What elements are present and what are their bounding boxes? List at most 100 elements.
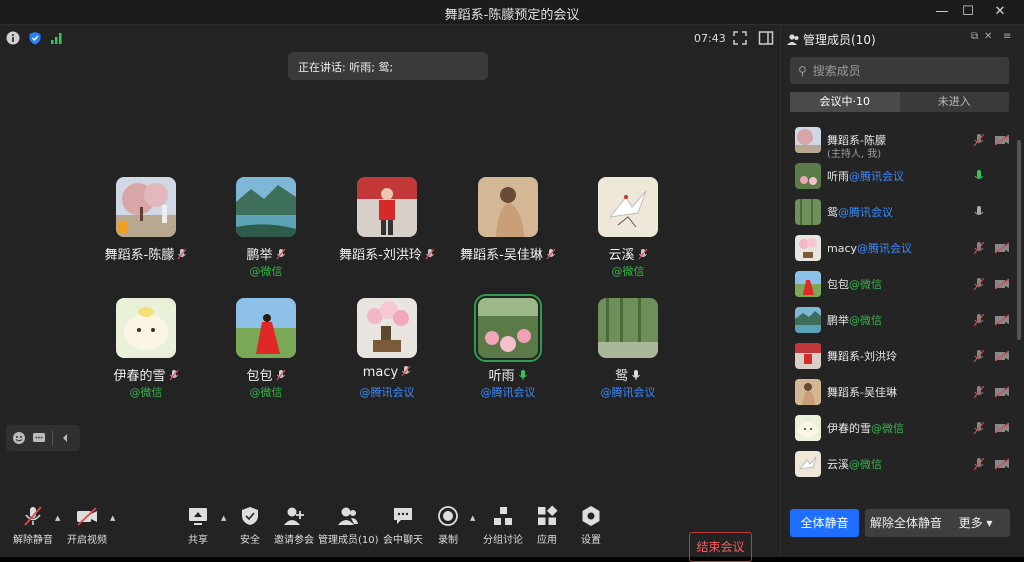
participant-tile[interactable]: 云溪 @微信 [558,177,698,287]
avatar [236,298,296,358]
tab-not-joined[interactable]: 未进入 [900,92,1010,112]
mic-muted-icon [425,248,435,260]
settings-button[interactable]: 设置 [561,505,621,553]
mic-off-icon [22,505,44,527]
video-options-caret[interactable]: ▲ [110,514,115,522]
avatar [598,298,658,358]
menu-icon[interactable]: ≡ [1003,31,1011,42]
title-bar: 舞蹈系-陈朦预定的会议 — ☐ ✕ [0,0,1024,25]
mic-icon[interactable] [973,205,985,219]
maximize-button[interactable]: ☐ [958,2,978,22]
avatar [116,298,176,358]
minimize-button[interactable]: — [932,2,952,22]
mic-muted-icon[interactable] [973,385,985,399]
mic-muted-icon[interactable] [973,241,985,255]
camera-off-icon[interactable] [994,278,1010,290]
participant-tile[interactable]: 舞蹈系-刘洪玲 [317,177,457,287]
mic-muted-icon[interactable] [973,313,985,327]
mic-muted-icon[interactable] [973,133,985,147]
search-input[interactable]: ⚲ 搜索成员 [790,57,1009,84]
member-name: 云溪@微信 [827,458,882,471]
more-button[interactable]: 更多 ▾ [941,509,1010,537]
reaction-bar [6,425,80,451]
camera-off-icon[interactable] [994,350,1010,362]
info-icon[interactable] [6,31,20,45]
signal-icon[interactable] [50,31,64,45]
shield-icon [239,505,261,527]
shield-icon[interactable] [28,31,42,45]
participant-tile-active-speaker[interactable]: 听雨 @腾讯会议 [438,294,578,408]
avatar [795,415,821,441]
camera-off-icon[interactable] [994,134,1010,146]
camera-off-icon[interactable] [994,422,1010,434]
mic-muted-icon[interactable] [973,457,985,471]
mic-muted-icon[interactable] [973,349,985,363]
member-row[interactable]: 舞蹈系-吴佳琳 [781,377,1024,413]
gear-icon [580,505,602,527]
unmute-all-button[interactable]: 解除全体静音 [865,509,947,537]
mute-all-button[interactable]: 全体静音 [790,509,859,537]
participant-tile[interactable]: 伊春的雪 @微信 [76,298,216,408]
participant-tile[interactable]: 鹏举 @微信 [196,177,336,287]
fullscreen-icon[interactable] [732,30,748,46]
participant-source: @微信 [249,386,283,399]
member-row[interactable]: 舞蹈系-陈朦 (主持人, 我) [781,125,1024,161]
member-row[interactable]: 舞蹈系-刘洪玲 [781,341,1024,377]
camera-off-icon [76,505,98,527]
chat-bubble-icon[interactable] [32,431,46,445]
invite-button[interactable]: 邀请参会 [264,505,324,553]
avatar [598,177,658,237]
unmute-button[interactable]: 解除静音 [3,505,63,553]
participant-source: @微信 [129,386,163,399]
tab-in-meeting[interactable]: 会议中·10 [790,92,900,112]
mic-active-icon[interactable] [973,169,985,183]
participant-tile[interactable]: macy @腾讯会议 [317,298,457,408]
member-row[interactable]: 云溪@微信 [781,449,1024,485]
mic-muted-icon [276,248,286,260]
member-row[interactable]: 鸳@腾讯会议 [781,197,1024,233]
scrollbar[interactable] [1017,140,1021,340]
avatar [795,451,821,477]
share-button[interactable]: 共享 [168,505,228,553]
participant-tile[interactable]: 包包 @微信 [196,298,336,408]
participant-tile[interactable]: 舞蹈系-吴佳琳 [438,177,578,287]
record-button[interactable]: 录制 [418,505,478,553]
popout-icon[interactable]: ⧉ [971,31,978,42]
mic-muted-icon [169,369,179,381]
member-row[interactable]: 听雨@腾讯会议 [781,161,1024,197]
participant-tile[interactable]: 鸳 @腾讯会议 [558,298,698,408]
close-panel-icon[interactable]: ✕ [984,31,992,42]
avatar [357,298,417,358]
camera-off-icon[interactable] [994,242,1010,254]
manage-members-button[interactable]: 管理成员(10) [318,505,379,553]
start-video-button[interactable]: 开启视频 [57,505,117,553]
camera-off-icon[interactable] [994,458,1010,470]
participant-tile[interactable]: 舞蹈系-陈朦 [76,177,216,287]
participant-source: @微信 [611,265,645,278]
member-row[interactable]: macy@腾讯会议 [781,233,1024,269]
mic-muted-icon [401,365,411,377]
participant-name: 云溪 [558,244,698,263]
member-name: 包包@微信 [827,278,882,291]
camera-off-icon[interactable] [994,386,1010,398]
member-row[interactable]: 包包@微信 [781,269,1024,305]
camera-off-icon[interactable] [994,314,1010,326]
avatar [795,271,821,297]
member-row[interactable]: 伊春的雪@微信 [781,413,1024,449]
participant-source: @腾讯会议 [359,386,415,399]
emoji-icon[interactable] [12,431,26,445]
layout-icon[interactable] [758,30,774,46]
close-button[interactable]: ✕ [990,2,1010,22]
end-meeting-button[interactable]: 结束会议 [689,532,752,562]
participant-name: 舞蹈系-刘洪玲 [317,244,457,263]
collapse-left-icon[interactable] [52,431,70,445]
avatar [795,343,821,369]
mic-muted-icon[interactable] [973,421,985,435]
mic-muted-icon[interactable] [973,277,985,291]
avatar [795,199,821,225]
apps-icon [536,505,558,527]
member-row[interactable]: 鹏举@微信 [781,305,1024,341]
participant-source: @腾讯会议 [480,386,536,399]
avatar [478,177,538,237]
add-user-icon [283,505,305,527]
